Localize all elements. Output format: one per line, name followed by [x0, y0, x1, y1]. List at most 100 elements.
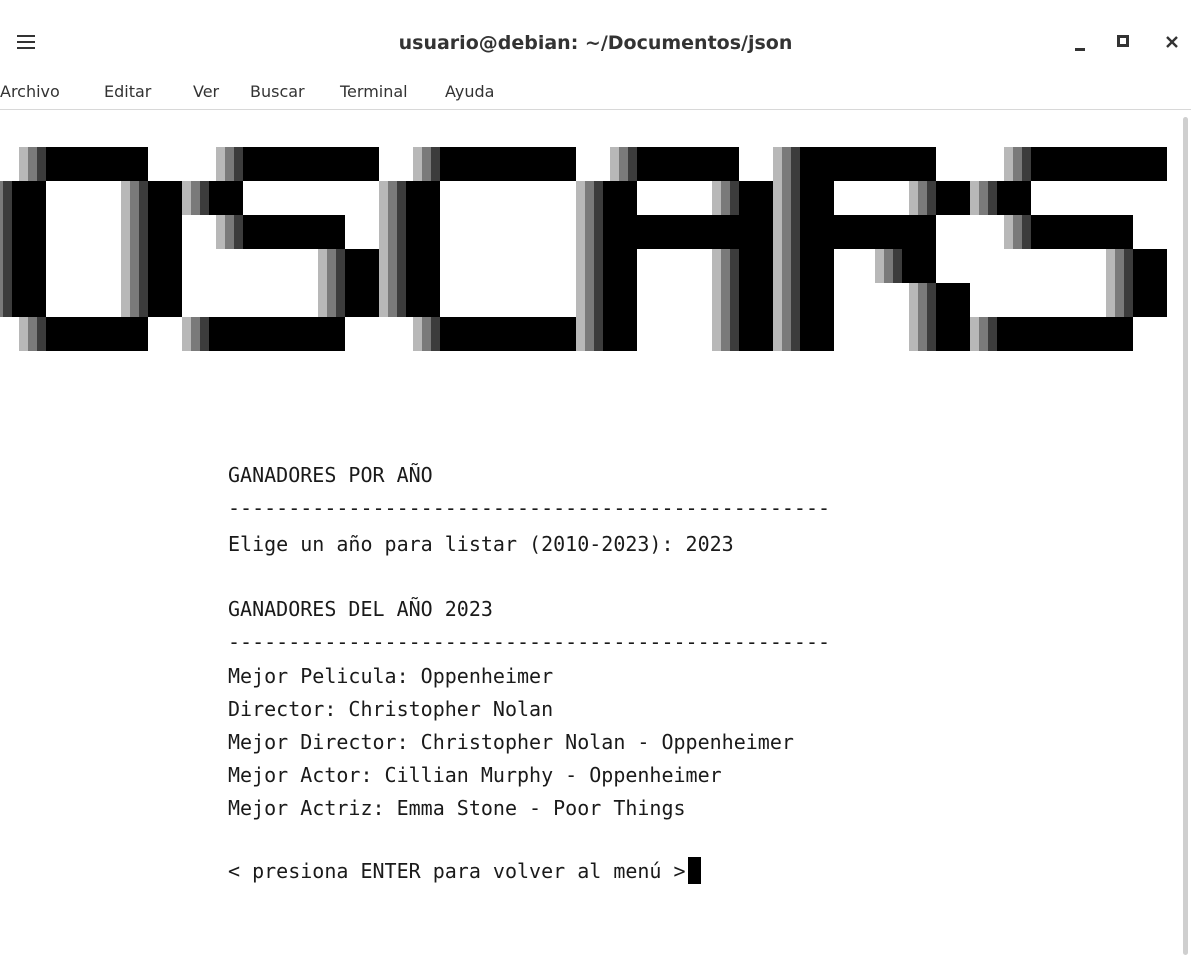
banner-block — [345, 283, 379, 317]
banner-block — [209, 181, 243, 215]
banner-block — [311, 147, 345, 181]
banner-block — [603, 215, 637, 249]
banner-block — [800, 283, 834, 317]
banner-block — [637, 147, 671, 181]
title-bar: usuario@debian: ~/Documentos/json — [0, 0, 1191, 76]
menu-bar: Archivo Editar Ver Buscar Terminal Ayuda — [0, 76, 1191, 110]
banner-block — [800, 215, 834, 249]
window-title: usuario@debian: ~/Documentos/json — [398, 32, 793, 54]
terminal-area[interactable]: GANADORES POR AÑO ----------------------… — [0, 111, 1180, 958]
banner-block — [406, 215, 440, 249]
menu-item-terminal[interactable]: Terminal — [340, 76, 408, 110]
banner-block — [671, 215, 705, 249]
banner-block — [345, 249, 379, 283]
banner-block — [834, 147, 868, 181]
banner-block — [1031, 147, 1065, 181]
close-icon[interactable] — [1160, 28, 1190, 58]
banner-block — [997, 317, 1031, 351]
banner-block — [406, 283, 440, 317]
banner-block — [311, 317, 345, 351]
banner-block — [542, 147, 576, 181]
results-heading: GANADORES DEL AÑO 2023 — [228, 597, 493, 621]
banner-block — [474, 147, 508, 181]
banner-block — [800, 147, 834, 181]
year-prompt: Elige un año para listar (2010-2023): 20… — [228, 532, 734, 556]
banner-block — [209, 317, 243, 351]
banner-block — [1031, 215, 1065, 249]
hamburger-icon[interactable] — [14, 28, 44, 58]
result-line: Director: Christopher Nolan — [228, 697, 554, 721]
banner-block — [440, 147, 474, 181]
result-line: Mejor Actriz: Emma Stone - Poor Things — [228, 796, 686, 820]
oscars-banner — [0, 147, 1167, 351]
banner-block — [705, 215, 739, 249]
banner-block — [345, 147, 379, 181]
banner-block — [1099, 147, 1133, 181]
banner-block — [902, 215, 936, 249]
menu-item-ver[interactable]: Ver — [193, 76, 219, 110]
banner-block — [1031, 317, 1065, 351]
banner-block — [1065, 215, 1099, 249]
banner-block — [1065, 147, 1099, 181]
menu-item-editar[interactable]: Editar — [104, 76, 151, 110]
footer-prompt: < presiona ENTER para volver al menú > — [228, 857, 701, 885]
banner-block — [902, 147, 936, 181]
banner-block — [474, 317, 508, 351]
separator-line: ----------------------------------------… — [228, 630, 831, 654]
banner-block — [997, 181, 1031, 215]
banner-block — [277, 317, 311, 351]
banner-block — [12, 215, 46, 249]
maximize-icon[interactable] — [1113, 28, 1143, 58]
banner-block — [1099, 317, 1133, 351]
banner-block — [243, 147, 277, 181]
banner-block — [603, 283, 637, 317]
banner-block — [637, 215, 671, 249]
banner-block — [671, 147, 705, 181]
banner-block — [114, 147, 148, 181]
banner-block — [936, 317, 970, 351]
banner-block — [936, 283, 970, 317]
section-heading: GANADORES POR AÑO — [228, 463, 433, 487]
banner-block — [406, 249, 440, 283]
banner-block — [800, 317, 834, 351]
banner-block — [705, 147, 739, 181]
banner-block — [1133, 283, 1167, 317]
banner-block — [80, 147, 114, 181]
banner-block — [46, 147, 80, 181]
banner-block — [243, 317, 277, 351]
footer-text: < presiona ENTER para volver al menú > — [228, 859, 686, 883]
menu-item-archivo[interactable]: Archivo — [0, 76, 60, 110]
banner-block — [739, 249, 773, 283]
banner-block — [902, 249, 936, 283]
scrollbar[interactable] — [1180, 111, 1191, 958]
menu-item-buscar[interactable]: Buscar — [250, 76, 305, 110]
banner-block — [1133, 147, 1167, 181]
banner-block — [277, 147, 311, 181]
banner-block — [739, 215, 773, 249]
banner-block — [440, 317, 474, 351]
banner-block — [114, 317, 148, 351]
result-line: Mejor Actor: Cillian Murphy - Oppenheime… — [228, 763, 722, 787]
menu-item-ayuda[interactable]: Ayuda — [445, 76, 494, 110]
banner-block — [148, 181, 182, 215]
banner-block — [406, 181, 440, 215]
banner-block — [800, 249, 834, 283]
banner-block — [603, 317, 637, 351]
minimize-icon[interactable] — [1070, 28, 1100, 58]
scrollbar-thumb[interactable] — [1183, 117, 1188, 955]
separator-line: ----------------------------------------… — [228, 496, 831, 520]
banner-block — [834, 215, 868, 249]
banner-block — [311, 215, 345, 249]
banner-block — [739, 317, 773, 351]
banner-block — [80, 317, 114, 351]
banner-block — [739, 283, 773, 317]
banner-block — [12, 283, 46, 317]
result-line: Mejor Director: Christopher Nolan - Oppe… — [228, 730, 794, 754]
banner-block — [243, 215, 277, 249]
banner-block — [277, 215, 311, 249]
banner-block — [739, 181, 773, 215]
banner-block — [1065, 317, 1099, 351]
banner-block — [868, 147, 902, 181]
banner-block — [603, 249, 637, 283]
banner-block — [148, 215, 182, 249]
